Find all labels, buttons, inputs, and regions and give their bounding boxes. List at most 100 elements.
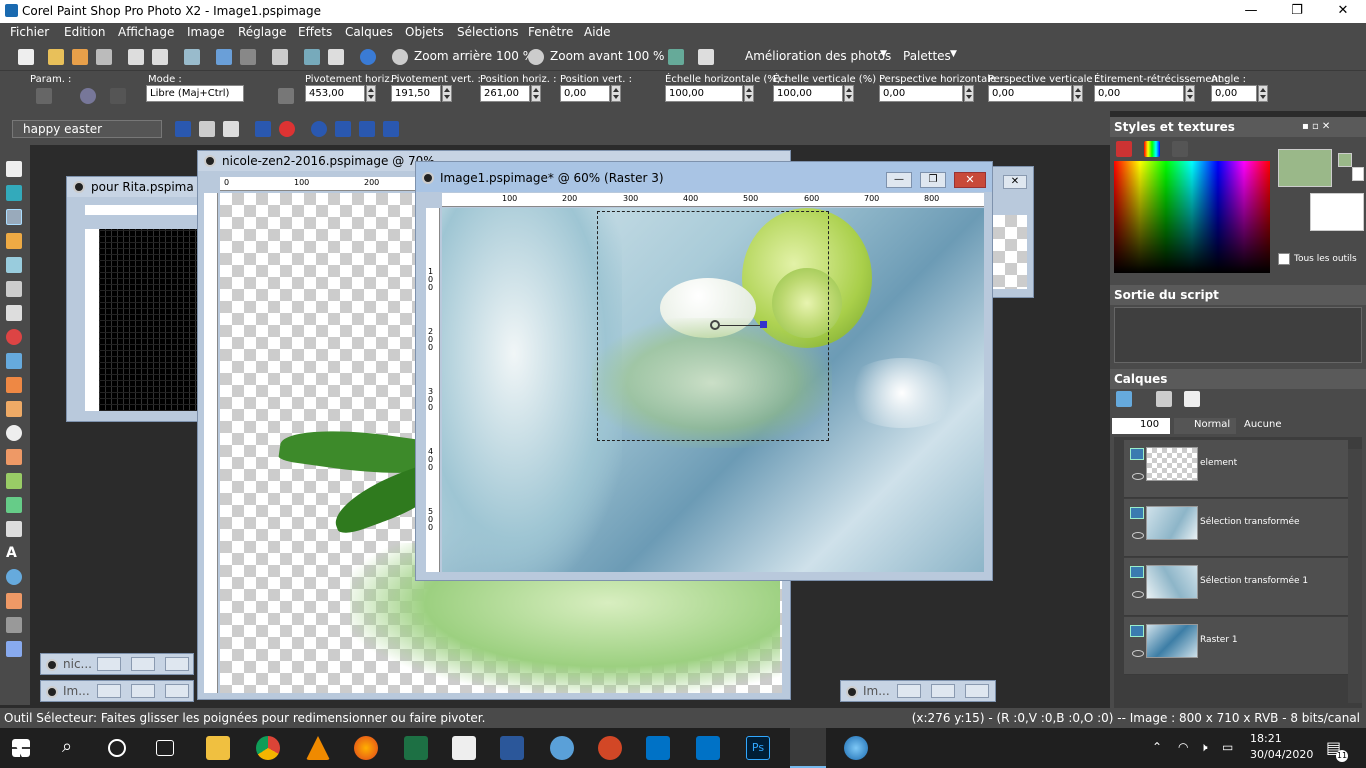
script-select[interactable]: happy easter [12, 120, 162, 138]
copy-icon[interactable] [272, 49, 288, 65]
layer-effects-icon[interactable] [1184, 391, 1200, 407]
script-props-icon[interactable] [223, 121, 239, 137]
zoom-in-button[interactable]: Zoom avant 100 % [550, 49, 664, 63]
layer-row[interactable]: Sélection transformée 1 [1124, 558, 1348, 616]
menu-reglage[interactable]: Réglage [238, 25, 287, 39]
maximize-button[interactable]: ❐ [1274, 0, 1320, 23]
brush-tool-icon[interactable] [6, 401, 22, 417]
print-icon[interactable] [184, 49, 200, 65]
dropper-tool-icon[interactable] [6, 257, 22, 273]
color-picker[interactable] [1114, 161, 1270, 273]
save-script-icon[interactable] [383, 121, 399, 137]
window-image1[interactable]: Image1.pspimage* @ 60% (Raster 3) — ❐ ✕ … [415, 161, 993, 581]
enhance-photos-menu[interactable]: Amélioration des photos [745, 49, 891, 63]
retouch-tool-icon[interactable] [6, 641, 22, 657]
undo-icon[interactable] [216, 49, 232, 65]
background-swatch[interactable] [1310, 193, 1364, 231]
reset-icon[interactable] [110, 88, 126, 104]
mask-mode-select[interactable]: Aucune [1244, 419, 1282, 430]
chrome-icon[interactable] [256, 736, 280, 760]
menu-effets[interactable]: Effets [298, 25, 332, 39]
persp-v-spin[interactable] [1073, 85, 1083, 102]
all-tools-checkbox[interactable] [1278, 253, 1290, 265]
zoom-tool-icon[interactable] [6, 185, 22, 201]
pause-script-icon[interactable] [335, 121, 351, 137]
vlc-icon[interactable] [306, 736, 330, 760]
script-output-area[interactable] [1114, 307, 1362, 363]
menu-fenetre[interactable]: Fenêtre [528, 25, 573, 39]
opacity-field[interactable]: 100 [1112, 418, 1170, 434]
stop-script-icon[interactable] [279, 121, 295, 137]
makeover-tool-icon[interactable] [6, 353, 22, 369]
pos-v-spin[interactable] [611, 85, 621, 102]
run-script2-icon[interactable] [255, 121, 271, 137]
excel-icon[interactable] [404, 736, 428, 760]
edit-script-icon[interactable] [199, 121, 215, 137]
outlook-icon[interactable] [646, 736, 670, 760]
pivot-handle[interactable] [710, 320, 720, 330]
crop-tool-icon[interactable] [6, 281, 22, 297]
persp-v-input[interactable]: 0,00 [988, 85, 1072, 102]
minimized-window-1[interactable]: nic... [40, 653, 194, 675]
firefox-icon[interactable] [354, 736, 378, 760]
tray-chevron-icon[interactable]: ⌃ [1152, 740, 1162, 754]
foreground-swatch[interactable] [1278, 149, 1332, 187]
input-icon[interactable]: ▭ [1222, 740, 1233, 754]
blend-mode-select[interactable]: Normal [1174, 418, 1236, 434]
pos-v-input[interactable]: 0,00 [560, 85, 610, 102]
mode-select[interactable]: Libre (Maj+Ctrl) [146, 85, 244, 102]
minimized-window-2[interactable]: Im... [40, 680, 194, 702]
angle-spin[interactable] [1258, 85, 1268, 102]
scale-v-spin[interactable] [844, 85, 854, 102]
lighten-tool-icon[interactable] [6, 473, 22, 489]
paste-new-icon[interactable] [328, 49, 344, 65]
image1-restore[interactable]: ❐ [920, 172, 946, 188]
shear-input[interactable]: 0,00 [1094, 85, 1184, 102]
menu-image[interactable]: Image [187, 25, 225, 39]
warp-tool-icon[interactable] [6, 617, 22, 633]
menu-selections[interactable]: Sélections [457, 25, 519, 39]
move-tool-icon[interactable] [6, 233, 22, 249]
shape-tool-icon[interactable] [6, 569, 22, 585]
layer-row[interactable]: Raster 1 [1124, 617, 1348, 675]
pick-tool-icon[interactable] [36, 88, 52, 104]
cancel-script-icon[interactable] [359, 121, 375, 137]
layers-scrollbar[interactable] [1348, 449, 1362, 703]
pan-tool-icon[interactable] [6, 161, 22, 177]
run-script-icon[interactable] [175, 121, 191, 137]
outlook2-icon[interactable] [696, 736, 720, 760]
new-icon[interactable] [18, 49, 34, 65]
pivot-h-input[interactable]: 453,00 [305, 85, 365, 102]
cortana-icon[interactable] [108, 739, 126, 757]
eraser-tool-icon[interactable] [6, 521, 22, 537]
rita-canvas[interactable] [99, 229, 197, 411]
angle-input[interactable]: 0,00 [1211, 85, 1257, 102]
image1-close[interactable]: ✕ [954, 172, 986, 188]
screen-icon[interactable] [668, 49, 684, 65]
persp-h-input[interactable]: 0,00 [879, 85, 963, 102]
layer-row[interactable]: Sélection transformée [1124, 499, 1348, 557]
redo-icon[interactable] [240, 49, 256, 65]
start-icon[interactable] [12, 739, 30, 757]
pivot-v-spin[interactable] [442, 85, 452, 102]
persp-h-spin[interactable] [964, 85, 974, 102]
ie-icon[interactable] [844, 736, 868, 760]
hidden-window-close[interactable]: ✕ [1003, 175, 1027, 189]
selection-tool-icon[interactable] [6, 305, 22, 321]
word-icon[interactable] [500, 736, 524, 760]
preset-icon[interactable] [80, 88, 96, 104]
zoom-in-icon[interactable] [528, 49, 544, 65]
fill-tool-icon[interactable] [6, 497, 22, 513]
psp-task-button[interactable] [790, 728, 826, 768]
minimize-button[interactable]: — [1228, 0, 1274, 23]
save-icon[interactable] [128, 49, 144, 65]
clock-time[interactable]: 18:21 [1250, 732, 1282, 745]
corel-icon[interactable] [550, 736, 574, 760]
powerpoint-icon[interactable] [598, 736, 622, 760]
record-script-icon[interactable] [311, 121, 327, 137]
store-icon[interactable] [452, 736, 476, 760]
red-eye-tool-icon[interactable] [6, 329, 22, 345]
text-tool-icon[interactable]: A [6, 545, 22, 561]
pick-tool-icon-active[interactable] [6, 209, 22, 225]
scale-v-input[interactable]: 100,00 [773, 85, 843, 102]
